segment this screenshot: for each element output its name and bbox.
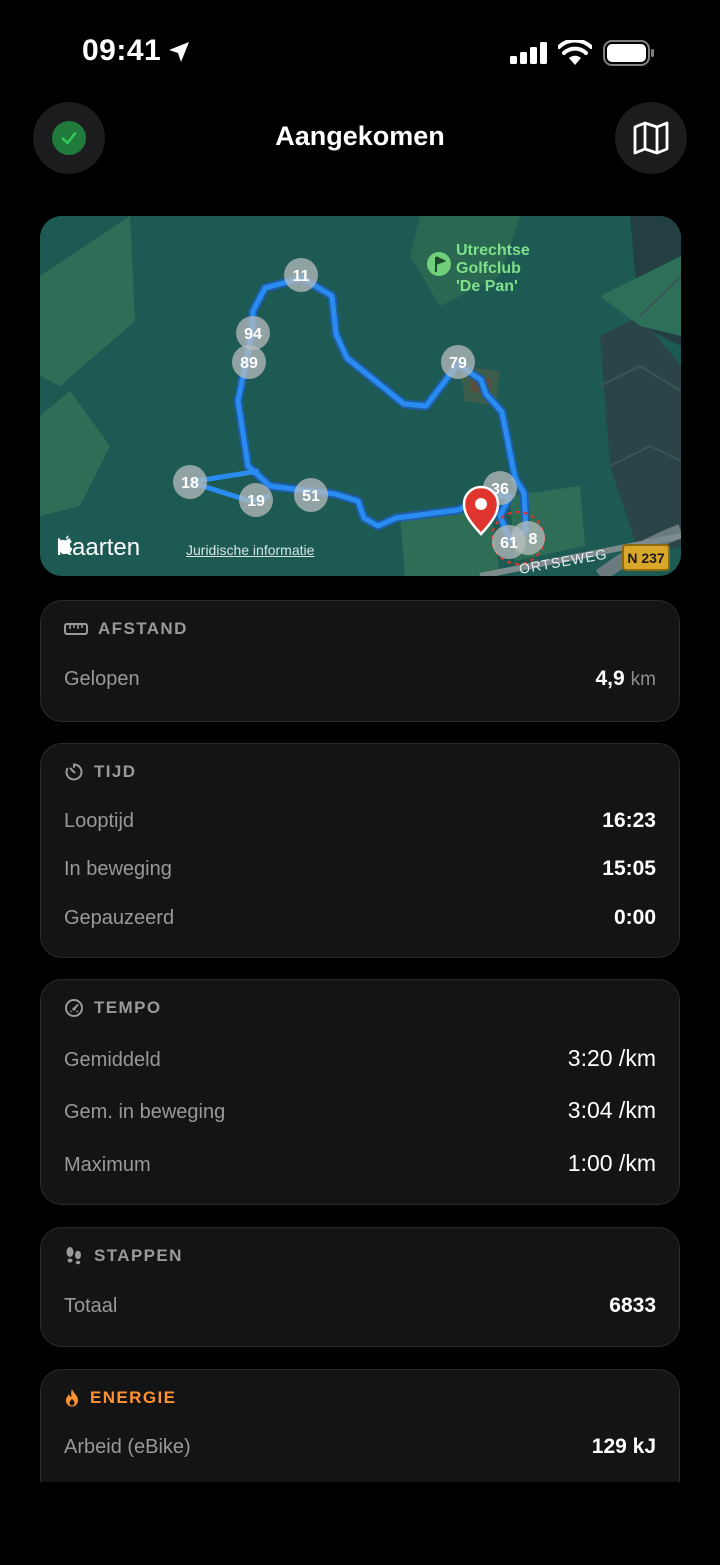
flame-icon (66, 1389, 78, 1407)
row-value: 0:00 (613, 906, 656, 929)
poi-label-line1: Utrechtse (456, 242, 530, 259)
steps-card: STAPPEN Totaal 6833 (40, 1227, 680, 1347)
distance-title: AFSTAND (98, 619, 188, 638)
pace-row: Maximum 1:00 /km (64, 1150, 656, 1177)
apple-logo-icon (58, 535, 73, 555)
marker-label: 51 (302, 488, 320, 505)
pace-title: TEMPO (94, 998, 162, 1017)
time-row: Looptijd 16:23 (64, 809, 656, 833)
time-row: Gepauzeerd 0:00 (64, 906, 656, 930)
pace-card: TEMPO Gemiddeld 3:20 /km Gem. in bewegin… (40, 979, 680, 1205)
time-row: In beweging 15:05 (64, 857, 656, 881)
route-map[interactable]: 11 94 89 79 18 19 51 36 8 61 Utrechtse G… (40, 216, 681, 576)
row-label: Arbeid (eBike) (64, 1436, 191, 1458)
row-value-wrap: 4,9 km (595, 667, 656, 691)
footsteps-icon (66, 1247, 81, 1265)
status-bar: 09:41 (0, 0, 720, 100)
marker-label: 61 (500, 535, 518, 552)
pace-header: TEMPO (64, 998, 161, 1018)
status-time: 09:41 (82, 34, 162, 67)
cellular-signal-icon (510, 42, 547, 64)
map-attribution: Kaarten (56, 534, 140, 562)
location-arrow-icon (169, 42, 189, 62)
marker-label: 79 (449, 355, 467, 372)
distance-row: Gelopen 4,9 km (64, 667, 656, 691)
steps-title: STAPPEN (94, 1246, 183, 1265)
marker-label: 11 (293, 268, 310, 285)
row-label: Looptijd (64, 810, 135, 832)
row-label: Gemiddeld (64, 1049, 161, 1071)
steps-header: STAPPEN (64, 1246, 183, 1266)
poi-label-line3: 'De Pan' (456, 278, 518, 295)
page-title: Aangekomen (275, 121, 445, 151)
scroll-fade (0, 1482, 720, 1565)
poi-label-line2: Golfclub (456, 260, 521, 277)
row-label: Gepauzeerd (64, 907, 175, 929)
row-label: Totaal (64, 1295, 118, 1317)
time-header: TIJD (64, 762, 136, 782)
map-canvas: 11 94 89 79 18 19 51 36 8 61 Utrechtse G… (40, 216, 681, 576)
row-value: 1:00 /km (567, 1150, 656, 1176)
timer-icon (65, 763, 83, 781)
energy-row: Arbeid (eBike) 129 kJ (64, 1435, 656, 1459)
energy-header: ENERGIE (64, 1388, 176, 1408)
steps-row: Totaal 6833 (64, 1294, 656, 1318)
energy-title: ENERGIE (90, 1388, 177, 1407)
marker-label: 8 (529, 531, 538, 548)
row-value: 3:04 /km (567, 1097, 656, 1123)
row-value: 6833 (609, 1294, 656, 1317)
marker-label: 19 (247, 493, 265, 510)
golf-poi-icon[interactable] (427, 252, 451, 276)
map-icon (633, 121, 669, 155)
wifi-icon (558, 40, 592, 65)
row-label: Gem. in beweging (64, 1101, 226, 1123)
row-label: Maximum (64, 1154, 151, 1176)
row-value: 16:23 (602, 809, 656, 832)
road-number-badge: N 237 (622, 544, 670, 571)
row-unit: km (630, 669, 656, 690)
speedometer-icon (65, 999, 83, 1017)
pace-row: Gemiddeld 3:20 /km (64, 1045, 656, 1072)
row-value: 129 kJ (591, 1435, 656, 1458)
row-label: Gelopen (64, 668, 140, 690)
row-value: 3:20 /km (567, 1045, 656, 1071)
battery-icon (603, 40, 654, 66)
map-view-button[interactable] (615, 102, 687, 174)
legal-info-link[interactable]: Juridische informatie (186, 542, 314, 558)
marker-label: 94 (244, 326, 262, 343)
time-title: TIJD (94, 762, 137, 781)
marker-label: 18 (181, 475, 199, 492)
distance-card: AFSTAND Gelopen 4,9 km (40, 600, 680, 722)
pace-row: Gem. in beweging 3:04 /km (64, 1097, 656, 1124)
row-value: 4,9 (595, 667, 625, 690)
time-card: TIJD Looptijd 16:23 In beweging 15:05 Ge… (40, 743, 680, 958)
marker-label: 89 (240, 355, 258, 372)
row-value: 15:05 (602, 857, 656, 880)
ruler-icon (64, 623, 88, 635)
row-label: In beweging (64, 858, 172, 880)
distance-header: AFSTAND (64, 619, 188, 639)
